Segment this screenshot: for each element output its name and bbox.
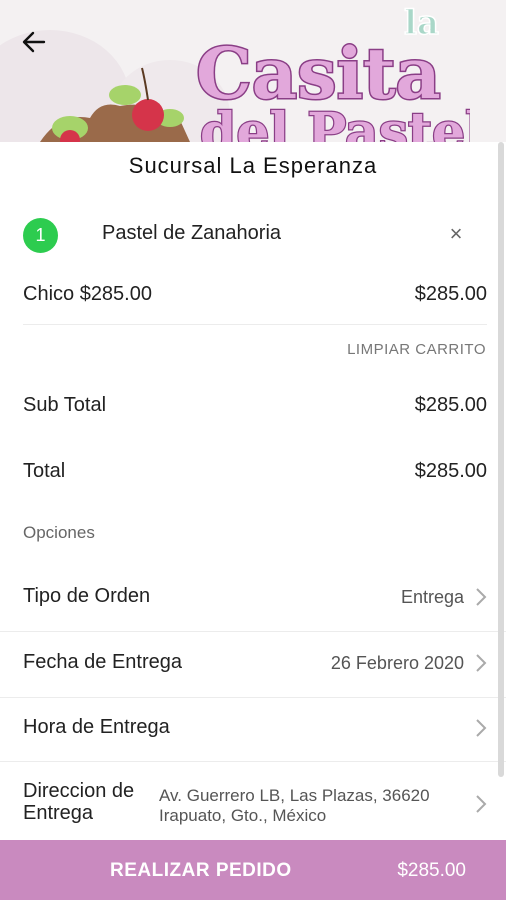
- arrow-left-icon: [22, 31, 46, 53]
- divider: [23, 324, 487, 325]
- quantity-badge: 1: [23, 218, 58, 253]
- subtotal-row: Sub Total $285.00: [23, 394, 487, 417]
- place-order-button[interactable]: REALIZAR PEDIDO $285.00: [0, 840, 506, 900]
- delivery-address-value: Av. Guerrero LB, Las Plazas, 36620 Irapu…: [159, 786, 430, 825]
- place-order-label: REALIZAR PEDIDO: [110, 860, 292, 881]
- back-button[interactable]: [14, 24, 54, 60]
- delivery-address-label: Direccion de Entrega: [23, 780, 135, 824]
- delivery-date-row[interactable]: Fecha de Entrega 26 Febrero 2020: [0, 632, 506, 696]
- item-size-price: Chico $285.00: [23, 283, 152, 305]
- scrollbar[interactable]: [498, 142, 504, 777]
- delivery-time-label: Hora de Entrega: [23, 716, 170, 738]
- chevron-right-icon: [475, 653, 487, 673]
- remove-item-button[interactable]: ×: [445, 221, 467, 247]
- chevron-right-icon: [475, 587, 487, 607]
- order-type-row[interactable]: Tipo de Orden Entrega: [0, 566, 506, 630]
- delivery-time-row[interactable]: Hora de Entrega: [0, 698, 506, 760]
- brand-logo: la Casita del Pastel: [190, 0, 487, 142]
- svg-text:del Pastel: del Pastel: [200, 102, 470, 142]
- item-price-row: Chico $285.00 $285.00: [23, 283, 487, 306]
- cake-illustration-icon: [40, 67, 190, 142]
- order-total: $285.00: [397, 860, 466, 881]
- cart-item: 1 Pastel de Zanahoria ×: [0, 212, 506, 258]
- delivery-date-label: Fecha de Entrega: [23, 651, 182, 673]
- close-icon: ×: [449, 221, 463, 246]
- total-row: Total $285.00: [23, 460, 487, 483]
- subtotal-label: Sub Total: [23, 394, 107, 416]
- item-name: Pastel de Zanahoria: [102, 222, 282, 244]
- options-section-label: Opciones: [23, 523, 95, 542]
- total-value: $285.00: [414, 460, 487, 482]
- clear-cart-button[interactable]: LIMPIAR CARRITO: [347, 341, 486, 358]
- store-name: Sucursal La Esperanza: [128, 153, 378, 178]
- header-banner: la Casita del Pastel: [0, 0, 506, 142]
- total-label: Total: [23, 460, 66, 482]
- chevron-right-icon: [475, 794, 487, 814]
- order-type-value: Entrega: [400, 587, 464, 607]
- order-type-label: Tipo de Orden: [23, 585, 151, 607]
- delivery-date-value: 26 Febrero 2020: [330, 653, 464, 673]
- subtotal-value: $285.00: [414, 394, 487, 416]
- item-line-total: $285.00: [414, 283, 487, 305]
- chevron-right-icon: [475, 718, 487, 738]
